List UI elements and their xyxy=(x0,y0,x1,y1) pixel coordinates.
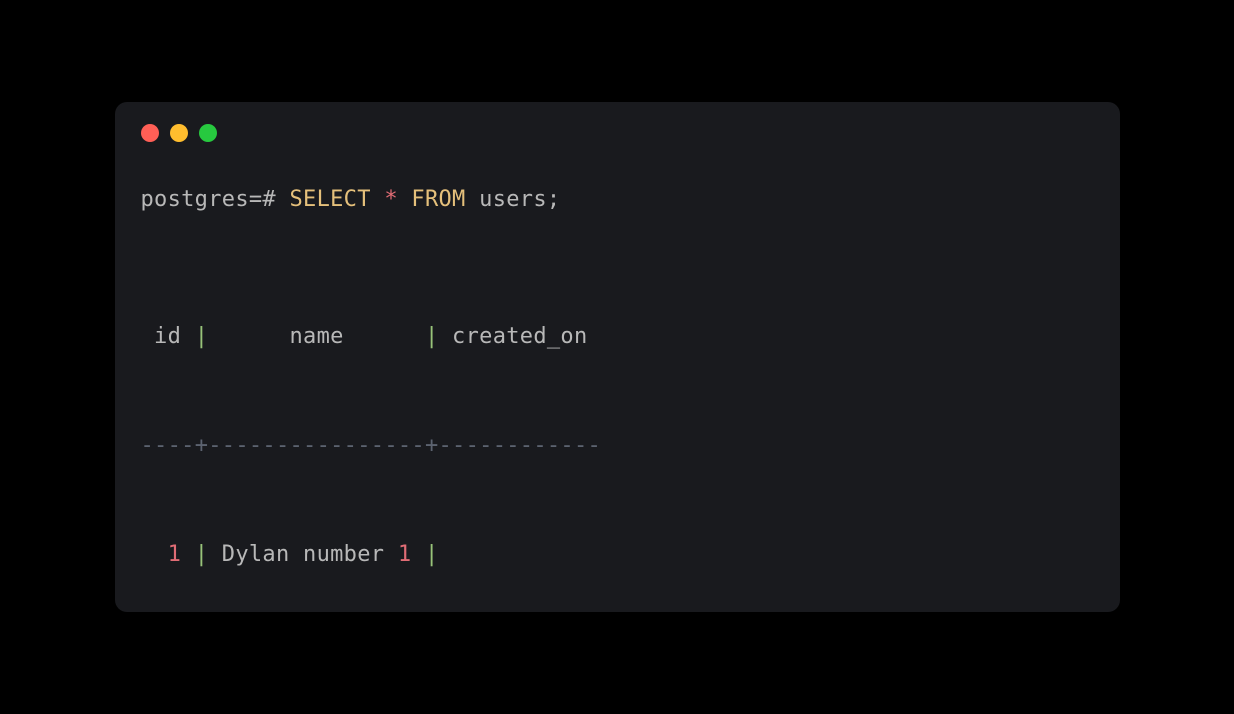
col-header-created-on: created_on xyxy=(439,324,602,349)
pipe-icon: | xyxy=(425,324,439,349)
pipe-icon: | xyxy=(195,542,209,567)
minimize-icon[interactable] xyxy=(170,124,188,142)
close-icon[interactable] xyxy=(141,124,159,142)
prompt-line: postgres=# SELECT * FROM users; xyxy=(141,182,1094,218)
query-result: id | name | created_on ----+------------… xyxy=(141,246,1094,612)
col-header-name: name xyxy=(208,324,425,349)
maximize-icon[interactable] xyxy=(199,124,217,142)
sql-star: * xyxy=(384,187,398,212)
cell-id: 1 xyxy=(168,542,182,567)
table-divider: ----+----------------+------------ xyxy=(141,428,1094,464)
terminal-window: postgres=# SELECT * FROM users; id | nam… xyxy=(115,102,1120,612)
sql-from: FROM xyxy=(411,187,465,212)
table-row: 1 | Dylan number 1 | xyxy=(141,537,1094,573)
col-header-id: id xyxy=(141,324,195,349)
prompt-text: postgres=# xyxy=(141,187,290,212)
terminal-content[interactable]: postgres=# SELECT * FROM users; id | nam… xyxy=(115,142,1120,612)
sql-table-name: users; xyxy=(479,187,560,212)
table-header-row: id | name | created_on xyxy=(141,319,1094,355)
pipe-icon: | xyxy=(425,542,439,567)
window-controls xyxy=(115,102,1120,142)
cell-name-num: 1 xyxy=(398,542,412,567)
cell-name-prefix: Dylan number xyxy=(222,542,398,567)
sql-select: SELECT xyxy=(290,187,371,212)
pipe-icon: | xyxy=(195,324,209,349)
